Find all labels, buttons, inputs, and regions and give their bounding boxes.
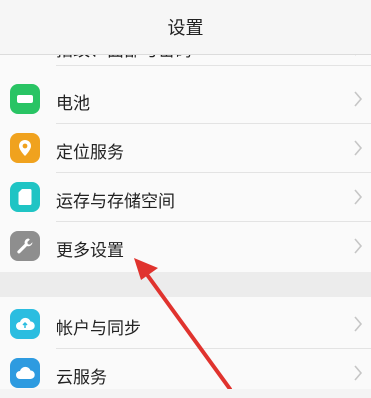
- row-label: 更多设置: [56, 241, 124, 261]
- row-label: 电池: [56, 94, 90, 114]
- settings-row-cloud-service[interactable]: 云服务: [0, 349, 371, 398]
- chevron-right-icon: [354, 238, 363, 254]
- chevron-right-icon: [354, 189, 363, 205]
- row-label: 定位服务: [56, 143, 124, 163]
- cloud-icon: [10, 358, 40, 388]
- settings-row-accounts-sync[interactable]: 帐户与同步: [0, 300, 371, 349]
- row-label: 帐户与同步: [56, 319, 141, 339]
- page-title: 设置: [167, 18, 204, 39]
- settings-row-battery[interactable]: 电池: [0, 75, 371, 124]
- chevron-right-icon: [354, 91, 363, 107]
- storage-icon: [10, 182, 40, 212]
- chevron-right-icon: [354, 365, 363, 381]
- row-label: 云服务: [56, 368, 107, 388]
- row-label: 运存与存储空间: [56, 192, 175, 212]
- settings-row-storage[interactable]: 运存与存储空间: [0, 173, 371, 222]
- battery-icon: [10, 84, 40, 114]
- wrench-icon: [10, 231, 40, 261]
- chevron-right-icon: [354, 316, 363, 332]
- location-pin-icon: [10, 133, 40, 163]
- header-bar: 设置: [0, 0, 371, 55]
- chevron-right-icon: [354, 140, 363, 156]
- cloud-upload-icon: [10, 309, 40, 339]
- settings-row-location[interactable]: 定位服务: [0, 124, 371, 173]
- settings-row-more-settings[interactable]: 更多设置: [0, 222, 371, 271]
- section-gap: [0, 272, 371, 297]
